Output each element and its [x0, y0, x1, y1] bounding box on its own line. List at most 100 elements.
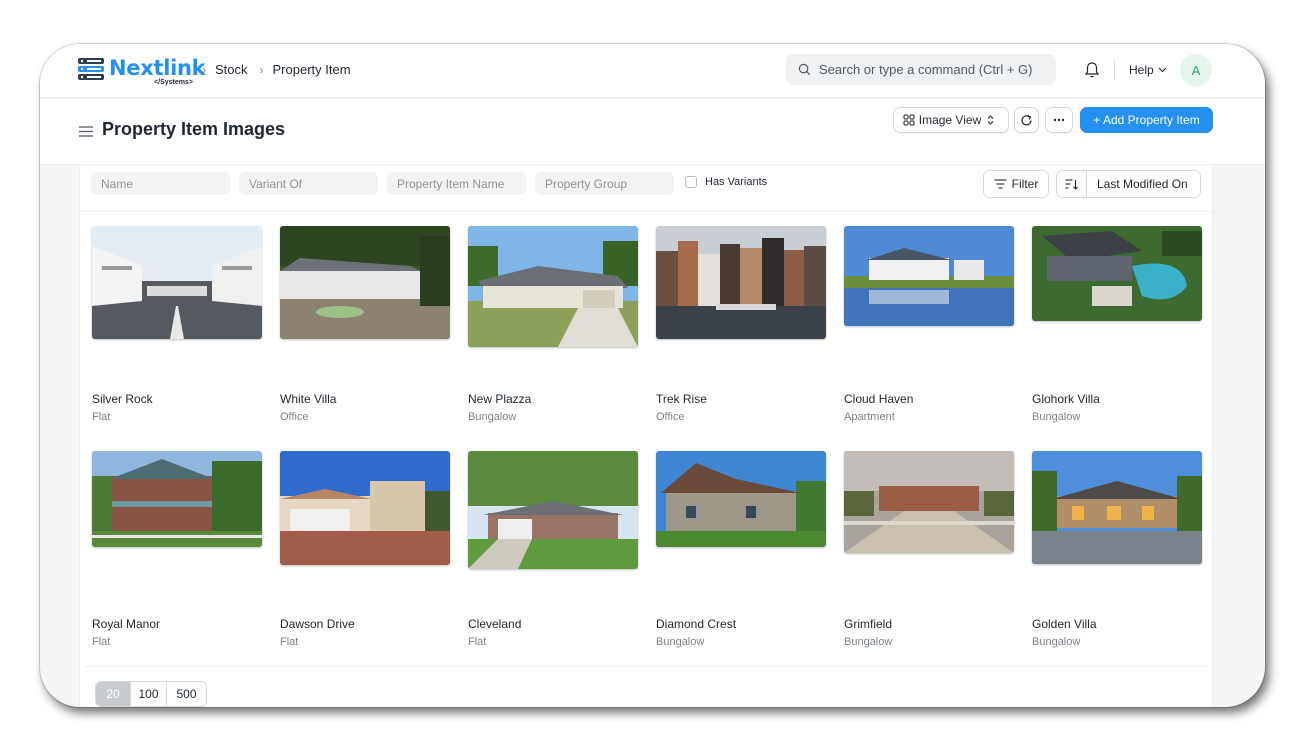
property-name: Diamond Crest [656, 617, 737, 631]
property-type: Flat [468, 636, 487, 648]
grid-icon [903, 114, 915, 126]
property-image[interactable] [1032, 226, 1202, 321]
property-type: Bungalow [468, 411, 517, 423]
property-image[interactable] [92, 451, 262, 547]
property-item-name-filter-input[interactable]: Property Item Name [387, 172, 526, 195]
avatar[interactable]: A [1180, 54, 1212, 86]
property-image[interactable] [92, 226, 262, 339]
property-type: Flat [92, 411, 111, 423]
property-type: Office [656, 411, 685, 423]
property-image[interactable] [656, 451, 826, 547]
more-button[interactable] [1045, 107, 1073, 133]
logo[interactable]: Nextlink </Systems> [76, 56, 206, 88]
property-type: Bungalow [1032, 636, 1081, 648]
breadcrumb-stock[interactable]: Stock [215, 62, 248, 77]
property-name: Cloud Haven [844, 392, 914, 406]
property-card[interactable]: Royal Manor Flat [92, 451, 262, 648]
property-name: Grimfield [844, 617, 893, 631]
property-type: Bungalow [656, 636, 705, 648]
property-card[interactable]: White Villa Office [280, 226, 450, 423]
property-card[interactable]: Dawson Drive Flat [280, 451, 450, 648]
search-bar[interactable]: Search or type a command (Ctrl + G) [786, 54, 1056, 85]
property-type: Bungalow [844, 636, 893, 648]
sort-icon [1065, 178, 1078, 190]
property-card[interactable]: New Plazza Bungalow [468, 226, 638, 423]
property-name: Trek Rise [656, 392, 707, 406]
property-type: Office [280, 411, 309, 423]
help-dropdown[interactable]: Help [1129, 63, 1167, 77]
property-card[interactable]: Silver Rock Flat [92, 226, 262, 423]
help-label: Help [1129, 63, 1154, 77]
property-card[interactable]: Cloud Haven Apartment [844, 226, 1014, 423]
property-image[interactable] [280, 451, 450, 565]
property-name: Silver Rock [92, 392, 153, 406]
has-variants-checkbox[interactable]: Has Variants [685, 176, 767, 188]
has-variants-label: Has Variants [705, 176, 768, 188]
chevron-right-icon: › [202, 62, 206, 77]
property-card[interactable]: Diamond Crest Bungalow [656, 451, 826, 648]
view-label: Image View [918, 113, 982, 127]
property-card[interactable]: Glohork Villa Bungalow [1032, 226, 1202, 423]
property-name: Cleveland [468, 617, 522, 631]
property-card[interactable]: Grimfield Bungalow [844, 451, 1014, 648]
image-view-card: Name Variant Of Property Item Name Prope… [79, 165, 1214, 707]
refresh-button[interactable] [1014, 107, 1039, 133]
logo-subtext: </Systems> [154, 79, 193, 86]
view-switcher-button[interactable]: Image View [893, 107, 1009, 133]
breadcrumb-property-item[interactable]: Property Item [273, 62, 351, 77]
page-size-20-button[interactable]: 20 [96, 682, 130, 706]
filter-icon [994, 179, 1007, 189]
property-image[interactable] [468, 451, 638, 569]
search-icon [798, 63, 811, 76]
search-placeholder: Search or type a command (Ctrl + G) [819, 62, 1033, 77]
breadcrumb: › Stock › Property Item [202, 62, 363, 77]
property-name: Dawson Drive [280, 617, 355, 631]
refresh-icon [1021, 114, 1032, 125]
logo-text: Nextlink [109, 56, 206, 80]
property-name: Glohork Villa [1032, 392, 1100, 406]
property-image[interactable] [468, 226, 638, 347]
chevron-right-icon: › [259, 62, 264, 77]
chevron-updown-icon [987, 115, 994, 125]
add-property-item-button[interactable]: + Add Property Item [1080, 107, 1213, 133]
chevron-down-icon [1158, 67, 1167, 73]
property-type: Flat [280, 636, 299, 648]
filter-button[interactable]: Filter [983, 170, 1049, 198]
server-logo-icon [78, 58, 104, 80]
more-dots-icon [1053, 118, 1065, 122]
sort-direction-button[interactable] [1057, 171, 1087, 197]
property-name: White Villa [280, 392, 337, 406]
property-type: Flat [92, 636, 111, 648]
navbar: Nextlink </Systems> › Stock › Property I… [40, 44, 1265, 98]
property-name: New Plazza [468, 392, 532, 406]
page-size-100-button[interactable]: 100 [130, 682, 166, 706]
checkbox-box[interactable] [685, 176, 697, 188]
property-type: Apartment [844, 411, 895, 423]
page-title: Property Item Images [102, 119, 286, 139]
bell-icon[interactable] [1084, 61, 1100, 79]
menu-icon[interactable] [79, 126, 93, 137]
divider [85, 666, 1209, 667]
property-image[interactable] [844, 451, 1014, 553]
property-group-filter-input[interactable]: Property Group [535, 172, 674, 195]
app-window: Nextlink </Systems> › Stock › Property I… [40, 44, 1265, 707]
property-name: Golden Villa [1032, 617, 1097, 631]
sort-label: Last Modified On [1097, 177, 1188, 191]
filter-bar: Name Variant Of Property Item Name Prope… [80, 165, 1214, 212]
name-filter-input[interactable]: Name [91, 172, 230, 195]
property-card[interactable]: Cleveland Flat [468, 451, 638, 648]
variant-of-filter-input[interactable]: Variant Of [239, 172, 378, 195]
property-type: Bungalow [1032, 411, 1081, 423]
property-card[interactable]: Trek Rise Office [656, 226, 826, 423]
filter-label: Filter [1011, 177, 1039, 191]
property-image[interactable] [656, 226, 826, 339]
property-image[interactable] [844, 226, 1014, 326]
divider [1114, 59, 1115, 81]
property-card[interactable]: Golden Villa Bungalow [1032, 451, 1202, 648]
page-length-selector: 20 100 500 [95, 681, 207, 707]
property-name: Royal Manor [92, 617, 161, 631]
property-image[interactable] [1032, 451, 1202, 564]
property-image[interactable] [280, 226, 450, 339]
sort-selector[interactable]: Last Modified On [1056, 170, 1201, 198]
page-size-500-button[interactable]: 500 [166, 682, 206, 706]
